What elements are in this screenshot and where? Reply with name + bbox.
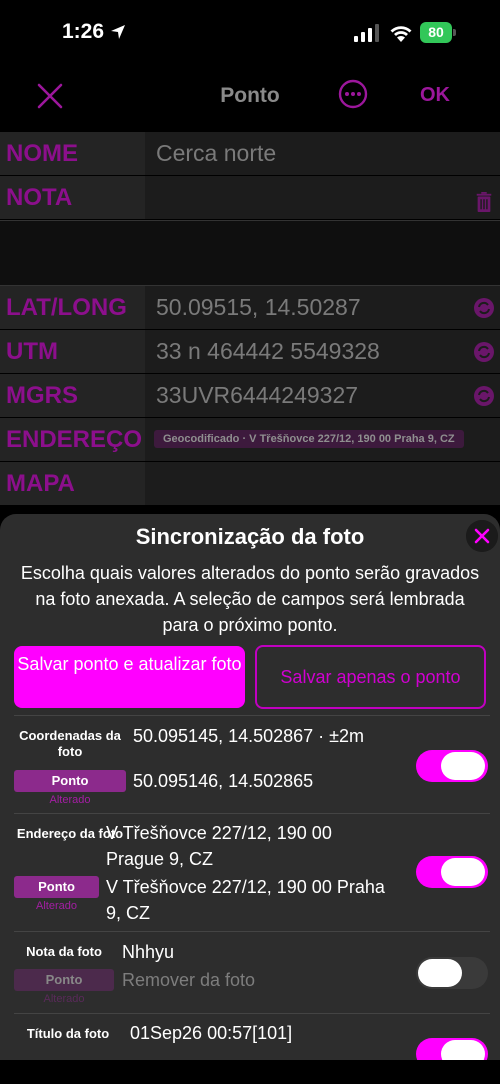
note-label: NOTA <box>0 176 145 219</box>
address-row[interactable]: ENDEREÇO Geocodificado · V Třešňovce 227… <box>0 418 500 462</box>
remove-from-photo-value: Remover da foto <box>122 970 256 990</box>
sync-icon[interactable] <box>474 298 494 318</box>
title-photo-label: Título da foto <box>26 1026 110 1041</box>
ok-button[interactable]: OK <box>420 84 450 107</box>
wifi-icon <box>390 26 412 42</box>
name-value[interactable]: Cerca norte <box>156 140 276 167</box>
mgrs-value[interactable]: 33UVR6444249327 <box>156 382 358 409</box>
trash-icon[interactable] <box>474 192 494 212</box>
sheet-description: Escolha quais valores alterados do ponto… <box>20 563 480 635</box>
save-and-update-photo-button[interactable]: Salvar ponto e atualizar foto <box>14 646 245 708</box>
point-form: NOME Cerca norte NOTA LAT/LONG 50.09515,… <box>0 132 500 506</box>
photo-coordinates-value: 50.095145, 14.502867 · ±2m <box>133 726 365 746</box>
photo-sync-sheet: Sincronização da foto Escolha quais valo… <box>0 514 500 1060</box>
point-chip: Ponto <box>14 969 114 991</box>
note-photo-label: Nota da foto <box>26 944 102 959</box>
utm-value[interactable]: 33 n 464442 5549328 <box>156 338 380 365</box>
latlong-value[interactable]: 50.09515, 14.50287 <box>156 294 361 321</box>
photo-address-value: V Třešňovce 227/12, 190 00 Prague 9, CZ <box>106 823 332 869</box>
coordinates-label: Coordenadas da foto <box>19 728 121 759</box>
coordinates-sync-row: Coordenadas da foto 50.095145, 14.502867… <box>14 715 490 813</box>
nav-bar: Ponto OK <box>0 66 500 128</box>
location-arrow-icon <box>111 25 125 39</box>
map-label: MAPA <box>0 462 145 505</box>
photo-title-value: 01Sep26 00:57[101] <box>130 1023 293 1043</box>
sync-icon[interactable] <box>474 386 494 406</box>
note-sync-row: Nota da foto Nhhyu Ponto Alterado Remove… <box>14 931 490 1013</box>
name-row[interactable]: NOME Cerca norte <box>0 132 500 176</box>
toggle-knob <box>418 959 462 987</box>
map-row[interactable]: MAPA <box>0 462 500 506</box>
battery-indicator: 80 <box>420 22 456 43</box>
note-row: NOTA <box>0 176 500 220</box>
sync-icon[interactable] <box>474 342 494 362</box>
coordinates-toggle[interactable] <box>416 750 488 782</box>
sheet-title: Sincronização da foto <box>135 524 365 549</box>
toggle-knob <box>441 1040 485 1060</box>
note-text-area[interactable] <box>0 220 500 286</box>
toggle-knob <box>441 752 485 780</box>
point-address-value: V Třešňovce 227/12, 190 00 Praha 9, CZ <box>106 877 385 923</box>
address-sync-row: Endereço da foto V Třešňovce 227/12, 190… <box>14 813 490 931</box>
point-chip: Ponto <box>14 770 126 792</box>
battery-tip <box>453 29 456 36</box>
utm-label: UTM <box>0 330 145 373</box>
close-sheet-icon[interactable] <box>466 520 498 552</box>
title-toggle[interactable] <box>416 1038 488 1060</box>
note-toggle[interactable] <box>416 957 488 989</box>
photo-note-value: Nhhyu <box>122 942 175 962</box>
latlong-row[interactable]: LAT/LONG 50.09515, 14.50287 <box>0 286 500 330</box>
address-label: ENDEREÇO <box>0 418 145 461</box>
title-sync-row: Título da foto 01Sep26 00:57[101] <box>14 1013 490 1060</box>
more-options-icon[interactable] <box>337 78 369 110</box>
utm-row[interactable]: UTM 33 n 464442 5549328 <box>0 330 500 374</box>
name-label: NOME <box>0 132 145 175</box>
latlong-label: LAT/LONG <box>0 286 145 329</box>
status-time: 1:26 <box>62 20 105 43</box>
battery-level: 80 <box>420 22 452 43</box>
geocoded-address-chip[interactable]: Geocodificado · V Třešňovce 227/12, 190 … <box>154 430 464 448</box>
point-coordinates-value: 50.095146, 14.502865 <box>133 771 314 791</box>
address-toggle[interactable] <box>416 856 488 888</box>
save-point-only-button[interactable]: Salvar apenas o ponto <box>255 645 486 709</box>
changed-status: Alterado <box>36 900 77 912</box>
point-chip: Ponto <box>14 876 99 898</box>
mgrs-label: MGRS <box>0 374 145 417</box>
mgrs-row[interactable]: MGRS 33UVR6444249327 <box>0 374 500 418</box>
cellular-signal-icon <box>354 24 379 42</box>
toggle-knob <box>441 858 485 886</box>
status-bar: 1:26 80 <box>0 0 500 66</box>
changed-status: Alterado <box>43 993 85 1005</box>
changed-status: Alterado <box>49 794 91 806</box>
